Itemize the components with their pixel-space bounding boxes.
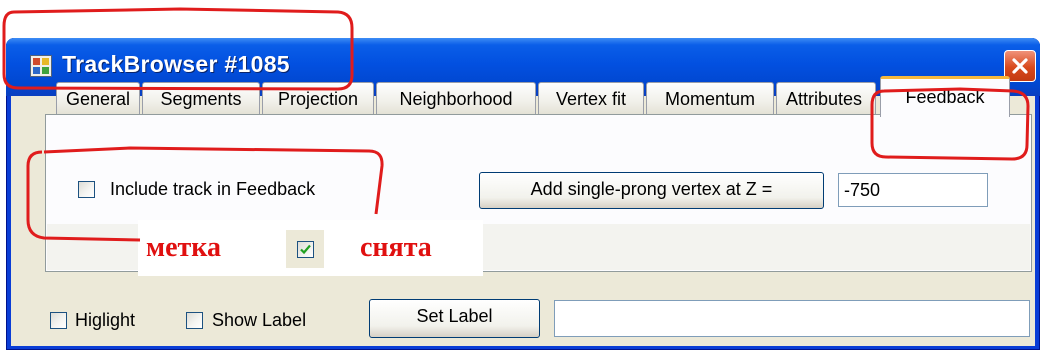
app-icon[interactable] xyxy=(30,55,52,77)
label-text-input[interactable] xyxy=(554,300,1030,337)
highlight-label: Higlight xyxy=(75,310,136,330)
include-feedback-checkbox[interactable] xyxy=(78,181,95,198)
show-label-checkbox[interactable] xyxy=(186,312,203,329)
show-label-label: Show Label xyxy=(212,310,307,330)
annotation-word-right: снята xyxy=(360,232,432,263)
tab-attributes[interactable]: Attributes xyxy=(776,82,876,114)
set-label-button[interactable]: Set Label xyxy=(369,299,540,338)
tab-feedback[interactable]: Feedback xyxy=(880,76,1010,117)
tab-momentum[interactable]: Momentum xyxy=(646,82,774,114)
close-icon xyxy=(1012,58,1028,74)
z-value-input[interactable]: -750 xyxy=(838,173,988,207)
tab-general[interactable]: General xyxy=(56,82,140,114)
tab-vertex-fit[interactable]: Vertex fit xyxy=(538,82,644,114)
annotation-checkbox-sample xyxy=(286,230,324,268)
checkmark-icon xyxy=(300,244,311,255)
add-single-prong-vertex-button[interactable]: Add single-prong vertex at Z = xyxy=(479,172,824,209)
tab-segments[interactable]: Segments xyxy=(142,82,260,114)
include-feedback-label: Include track in Feedback xyxy=(110,179,316,199)
window-title: TrackBrowser #1085 xyxy=(62,51,290,77)
annotation-word-left: метка xyxy=(146,232,221,263)
annotation-checkbox xyxy=(297,241,314,258)
tab-projection[interactable]: Projection xyxy=(262,82,374,114)
tab-neighborhood[interactable]: Neighborhood xyxy=(376,82,536,114)
highlight-checkbox[interactable] xyxy=(50,312,67,329)
